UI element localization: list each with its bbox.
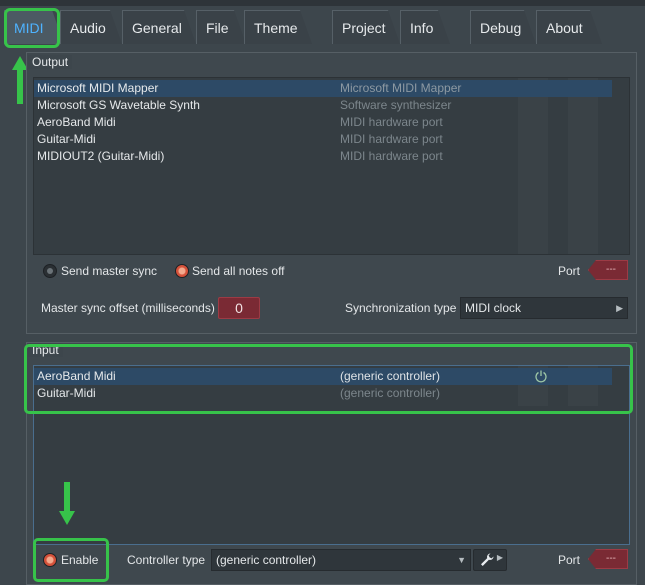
device-name: Guitar-Midi bbox=[37, 132, 96, 146]
tab-label: Audio bbox=[70, 20, 106, 36]
device-desc: MIDI hardware port bbox=[340, 149, 443, 163]
input-port-label: Port bbox=[558, 553, 581, 567]
list-item[interactable]: Guitar-Midi MIDI hardware port bbox=[34, 131, 612, 148]
midi-tab-highlight bbox=[4, 8, 60, 48]
controller-type-label: Controller type bbox=[127, 553, 206, 567]
device-name: MIDIOUT2 (Guitar-Midi) bbox=[37, 149, 165, 163]
tab-about[interactable]: About bbox=[536, 10, 602, 44]
tab-theme[interactable]: Theme bbox=[244, 10, 312, 44]
device-desc: MIDI hardware port bbox=[340, 132, 443, 146]
tab-audio[interactable]: Audio bbox=[60, 10, 122, 44]
window-top-strip bbox=[0, 0, 645, 6]
tab-label: File bbox=[206, 20, 229, 36]
annotation-arrow-shaft bbox=[64, 482, 70, 512]
send-master-sync-label: Send master sync bbox=[61, 264, 158, 278]
chevron-right-icon: ▶ bbox=[616, 303, 623, 313]
input-list-highlight bbox=[24, 344, 633, 414]
list-item[interactable]: MIDIOUT2 (Guitar-Midi) MIDI hardware por… bbox=[34, 148, 612, 165]
tab-file[interactable]: File bbox=[196, 10, 246, 44]
output-section-label: Output bbox=[28, 55, 73, 69]
device-desc: MIDI hardware port bbox=[340, 115, 443, 129]
device-desc: Microsoft MIDI Mapper bbox=[340, 81, 462, 95]
enable-label: Enable bbox=[61, 553, 99, 567]
controller-type-value: (generic controller) bbox=[216, 553, 317, 567]
sync-type-label: Synchronization type bbox=[345, 301, 457, 315]
output-port-label: Port bbox=[558, 264, 581, 278]
tab-label: Info bbox=[410, 20, 434, 36]
wrench-button[interactable]: ▶ bbox=[473, 549, 507, 571]
sync-type-select[interactable]: MIDI clock ▶ bbox=[460, 297, 628, 319]
tab-info[interactable]: Info bbox=[400, 10, 450, 44]
send-all-notes-off-radio[interactable] bbox=[175, 264, 189, 278]
annotation-arrow-shaft bbox=[17, 68, 23, 104]
list-item[interactable]: Microsoft MIDI Mapper Microsoft MIDI Map… bbox=[34, 80, 612, 97]
tab-label: Project bbox=[342, 20, 386, 36]
list-item[interactable]: AeroBand Midi MIDI hardware port bbox=[34, 114, 612, 131]
input-port-button[interactable]: --- bbox=[588, 549, 628, 569]
device-desc: Software synthesizer bbox=[340, 98, 452, 112]
wrench-icon bbox=[479, 552, 495, 571]
tab-label: General bbox=[132, 20, 182, 36]
tab-label: About bbox=[546, 20, 583, 36]
master-sync-offset-label: Master sync offset (milliseconds) bbox=[41, 301, 215, 315]
sync-type-value: MIDI clock bbox=[465, 301, 522, 315]
device-name: Microsoft GS Wavetable Synth bbox=[37, 98, 200, 112]
tab-debug[interactable]: Debug bbox=[470, 10, 536, 44]
output-device-list[interactable]: Microsoft MIDI Mapper Microsoft MIDI Map… bbox=[33, 77, 630, 255]
annotation-arrow-down-icon bbox=[59, 511, 75, 525]
send-master-sync-radio[interactable] bbox=[43, 264, 57, 278]
tab-label: Theme bbox=[254, 20, 298, 36]
output-port-button[interactable]: --- bbox=[588, 260, 628, 280]
send-all-notes-off-label: Send all notes off bbox=[192, 264, 285, 278]
controller-type-select[interactable]: (generic controller) ▼ bbox=[211, 549, 471, 571]
tab-general[interactable]: General bbox=[122, 10, 196, 44]
master-sync-offset-input[interactable]: 0 bbox=[218, 297, 260, 319]
enable-radio[interactable] bbox=[43, 553, 57, 567]
tab-label: Debug bbox=[480, 20, 522, 36]
device-name: AeroBand Midi bbox=[37, 115, 116, 129]
list-item[interactable]: Microsoft GS Wavetable Synth Software sy… bbox=[34, 97, 612, 114]
chevron-right-icon: ▶ bbox=[496, 553, 503, 562]
device-name: Microsoft MIDI Mapper bbox=[37, 81, 159, 95]
tab-project[interactable]: Project bbox=[332, 10, 400, 44]
chevron-down-icon: ▼ bbox=[457, 555, 466, 565]
